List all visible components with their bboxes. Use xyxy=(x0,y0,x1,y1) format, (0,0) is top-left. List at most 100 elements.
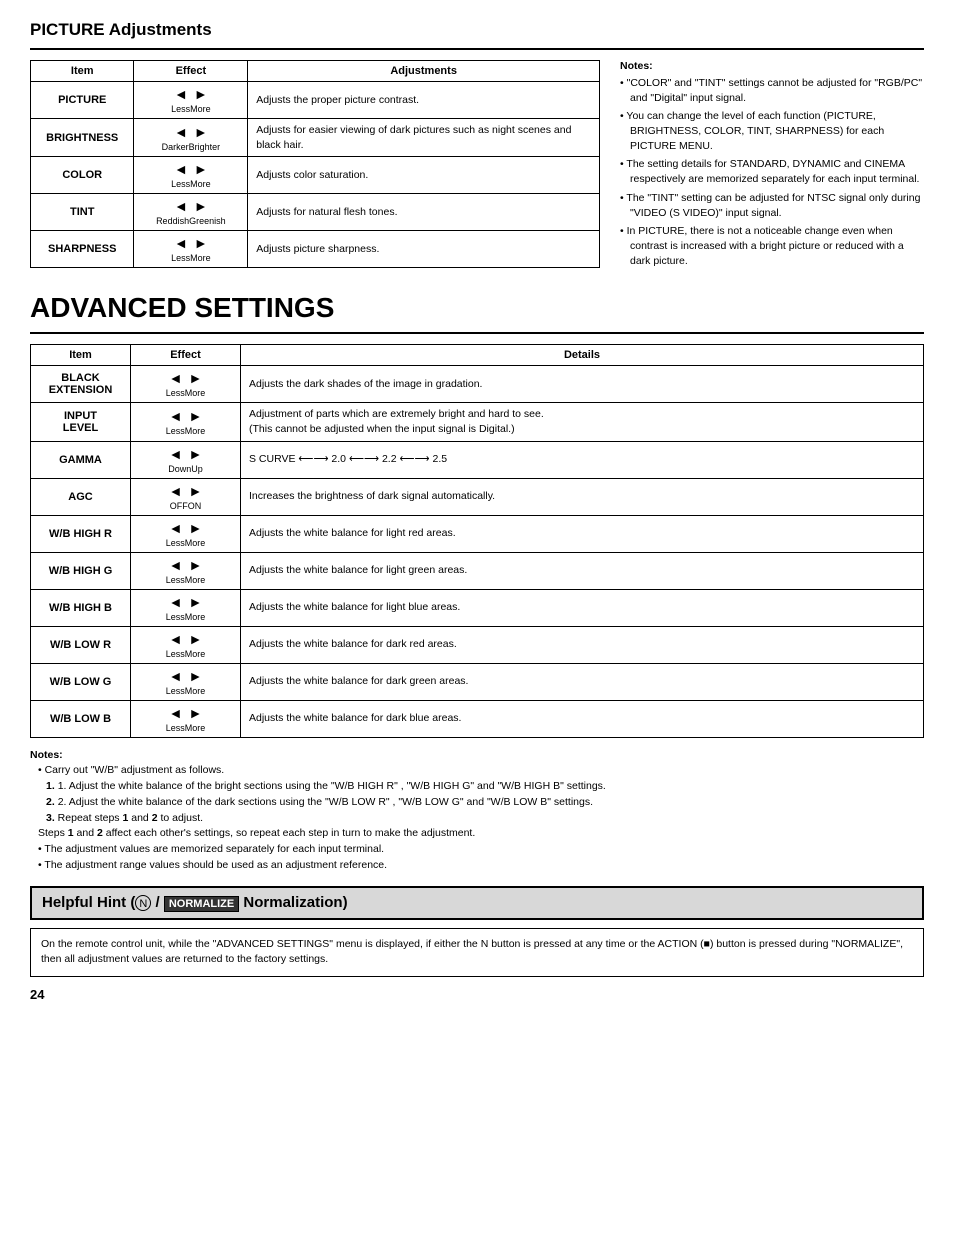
advanced-row-1: INPUT LEVEL ◄ ► Less More Adjustment of … xyxy=(31,403,924,441)
adv-effect-3: ◄ ► OFF ON xyxy=(131,478,241,515)
label-left-0: Less xyxy=(171,104,190,114)
adv-bullet3: • The adjustment range values should be … xyxy=(30,859,387,871)
adv-arrow-left-1: ◄ xyxy=(169,408,183,424)
picture-row-2: COLOR ◄ ► Less More Adjusts color satura… xyxy=(31,157,600,194)
adv-label-left-9: Less xyxy=(166,723,185,733)
advanced-row-5: W/B HIGH G ◄ ► Less More Adjusts the whi… xyxy=(31,552,924,589)
adv-effect-1: ◄ ► Less More xyxy=(131,403,241,441)
picture-layout: Item Effect Adjustments PICTURE ◄ ► Less… xyxy=(30,60,924,272)
picture-note-3: The "TINT" setting can be adjusted for N… xyxy=(620,191,924,220)
picture-note-0: "COLOR" and "TINT" settings cannot be ad… xyxy=(620,76,924,105)
adv-effect-2: ◄ ► Down Up xyxy=(131,441,241,478)
advanced-row-8: W/B LOW G ◄ ► Less More Adjusts the whit… xyxy=(31,663,924,700)
col-item: Item xyxy=(31,61,134,82)
label-right-0: More xyxy=(190,104,211,114)
adv-bullet2: • The adjustment values are memorized se… xyxy=(30,843,384,855)
adv-item-3: AGC xyxy=(31,478,131,515)
advanced-row-6: W/B HIGH B ◄ ► Less More Adjusts the whi… xyxy=(31,589,924,626)
adv-label-left-7: Less xyxy=(166,649,185,659)
picture-notes: Notes: "COLOR" and "TINT" settings canno… xyxy=(620,60,924,272)
helpful-hint-title: Helpful Hint (N / NORMALIZE Normalizatio… xyxy=(42,894,912,912)
adv-details-4: Adjusts the white balance for light red … xyxy=(241,515,924,552)
adv-effect-6: ◄ ► Less More xyxy=(131,589,241,626)
picture-note-1: You can change the level of each functio… xyxy=(620,109,924,153)
adv-arrow-right-2: ► xyxy=(189,446,203,462)
adv-step3: 3. Repeat steps 1 and 2 to adjust. xyxy=(30,812,203,824)
adv-notes-title: Notes: xyxy=(30,749,63,761)
adv-arrow-left-6: ◄ xyxy=(169,594,183,610)
adv-label-left-4: Less xyxy=(166,538,185,548)
arrow-left-1: ◄ xyxy=(174,124,188,140)
picture-effect-0: ◄ ► Less More xyxy=(134,82,248,119)
picture-item-0: PICTURE xyxy=(31,82,134,119)
normalize-label: NORMALIZE xyxy=(164,896,239,912)
label-right-4: More xyxy=(190,253,211,263)
arrow-left-4: ◄ xyxy=(174,235,188,251)
adv-effect-9: ◄ ► Less More xyxy=(131,700,241,737)
adv-arrow-right-7: ► xyxy=(189,631,203,647)
adv-arrow-left-3: ◄ xyxy=(169,483,183,499)
adv-details-2: S CURVE ⟵⟶ 2.0 ⟵⟶ 2.2 ⟵⟶ 2.5 xyxy=(241,441,924,478)
arrow-right-3: ► xyxy=(194,198,208,214)
adv-details-5: Adjusts the white balance for light gree… xyxy=(241,552,924,589)
adv-col-item: Item xyxy=(31,345,131,366)
picture-adjust-4: Adjusts picture sharpness. xyxy=(248,231,600,268)
picture-notes-title: Notes: xyxy=(620,60,924,72)
arrow-right-4: ► xyxy=(194,235,208,251)
picture-adjust-3: Adjusts for natural flesh tones. xyxy=(248,194,600,231)
advanced-table: Item Effect Details BLACK EXTENSION ◄ ► … xyxy=(30,344,924,737)
adv-item-7: W/B LOW R xyxy=(31,626,131,663)
n-button-icon: N xyxy=(135,895,151,911)
adv-label-right-7: More xyxy=(185,649,206,659)
adv-label-left-2: Down xyxy=(168,464,191,474)
adv-details-8: Adjusts the white balance for dark green… xyxy=(241,663,924,700)
picture-adjust-2: Adjusts color saturation. xyxy=(248,157,600,194)
picture-row-4: SHARPNESS ◄ ► Less More Adjusts picture … xyxy=(31,231,600,268)
adv-label-right-2: Up xyxy=(191,464,203,474)
adv-arrow-right-1: ► xyxy=(189,408,203,424)
picture-section: PICTURE Adjustments Item Effect Adjustme… xyxy=(30,20,924,272)
label-left-4: Less xyxy=(171,253,190,263)
picture-divider xyxy=(30,48,924,50)
adv-details-9: Adjusts the white balance for dark blue … xyxy=(241,700,924,737)
adv-label-right-5: More xyxy=(185,575,206,585)
picture-adjust-1: Adjusts for easier viewing of dark pictu… xyxy=(248,119,600,157)
arrow-left-3: ◄ xyxy=(174,198,188,214)
adv-details-7: Adjusts the white balance for dark red a… xyxy=(241,626,924,663)
adv-step2: 2. 2. Adjust the white balance of the da… xyxy=(30,796,593,808)
arrow-left-2: ◄ xyxy=(174,161,188,177)
picture-note-2: The setting details for STANDARD, DYNAMI… xyxy=(620,157,924,186)
adv-label-left-8: Less xyxy=(166,686,185,696)
col-effect: Effect xyxy=(134,61,248,82)
adv-arrow-right-3: ► xyxy=(189,483,203,499)
adv-label-right-8: More xyxy=(185,686,206,696)
adv-details-1: Adjustment of parts which are extremely … xyxy=(241,403,924,441)
label-right-1: Brighter xyxy=(189,142,221,152)
picture-item-3: TINT xyxy=(31,194,134,231)
adv-label-left-5: Less xyxy=(166,575,185,585)
helpful-hint-box: Helpful Hint (N / NORMALIZE Normalizatio… xyxy=(30,886,924,920)
adv-label-left-0: Less xyxy=(166,388,185,398)
adv-item-0: BLACK EXTENSION xyxy=(31,366,131,403)
adv-item-8: W/B LOW G xyxy=(31,663,131,700)
picture-title: PICTURE Adjustments xyxy=(30,20,924,40)
adv-effect-8: ◄ ► Less More xyxy=(131,663,241,700)
adv-label-right-4: More xyxy=(185,538,206,548)
adv-effect-7: ◄ ► Less More xyxy=(131,626,241,663)
adv-effect-4: ◄ ► Less More xyxy=(131,515,241,552)
adv-effect-0: ◄ ► Less More xyxy=(131,366,241,403)
picture-effect-3: ◄ ► Reddish Greenish xyxy=(134,194,248,231)
arrow-right-2: ► xyxy=(194,161,208,177)
picture-effect-1: ◄ ► Darker Brighter xyxy=(134,119,248,157)
advanced-divider xyxy=(30,332,924,334)
adv-item-5: W/B HIGH G xyxy=(31,552,131,589)
advanced-row-2: GAMMA ◄ ► Down Up S CURVE ⟵⟶ 2.0 ⟵⟶ 2.2 … xyxy=(31,441,924,478)
advanced-row-3: AGC ◄ ► OFF ON Increases the brightness … xyxy=(31,478,924,515)
adv-label-left-1: Less xyxy=(166,426,185,436)
arrow-right-1: ► xyxy=(194,124,208,140)
picture-row-0: PICTURE ◄ ► Less More Adjusts the proper… xyxy=(31,82,600,119)
picture-table-wrap: Item Effect Adjustments PICTURE ◄ ► Less… xyxy=(30,60,600,272)
adv-arrow-right-9: ► xyxy=(189,705,203,721)
adv-label-right-9: More xyxy=(185,723,206,733)
adv-label-right-3: ON xyxy=(188,501,202,511)
